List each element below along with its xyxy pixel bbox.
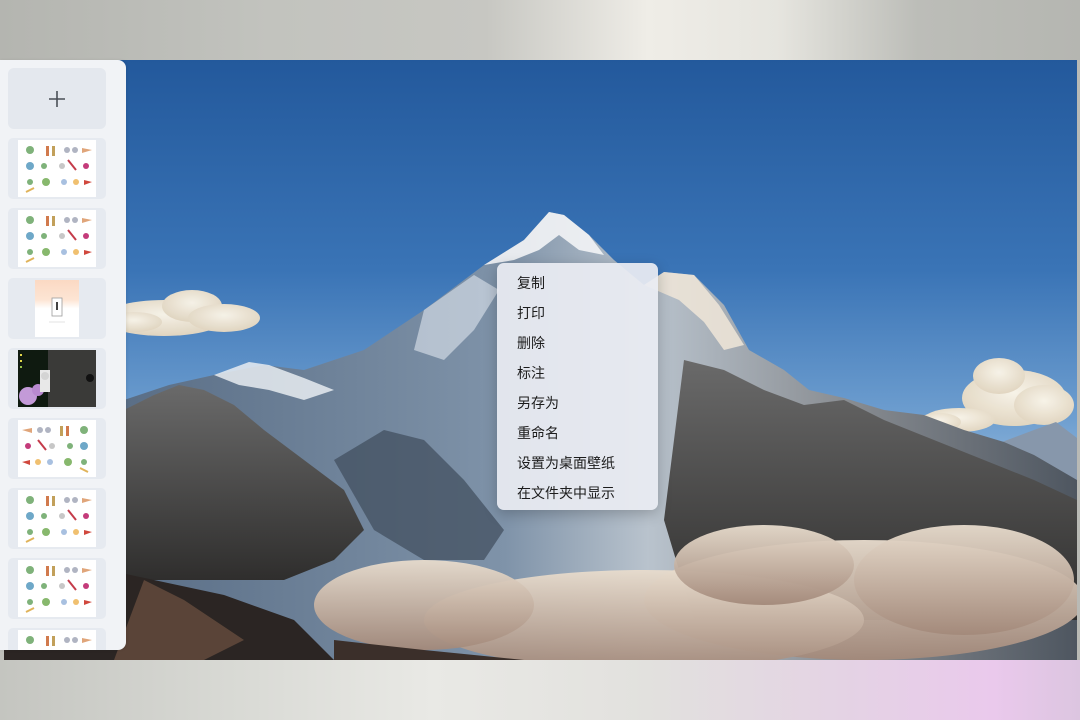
- sticker-art: [25, 146, 92, 193]
- sticker-sheet-thumbnail: [18, 140, 96, 197]
- sticker-sheet-thumbnail: [18, 630, 96, 650]
- thumbnail-item[interactable]: [8, 558, 106, 619]
- sticker-art: [26, 636, 92, 646]
- document-page-thumbnail: [35, 280, 79, 337]
- sticker-art: [25, 496, 92, 543]
- context-menu: 复制 打印 删除 标注 另存为 重命名 设置为桌面壁纸 在文件夹中显示: [497, 263, 658, 510]
- thumbnail-item[interactable]: [8, 628, 106, 650]
- screenshot-art: [18, 350, 96, 407]
- menu-item-copy[interactable]: 复制: [497, 269, 658, 299]
- thumbnail-item[interactable]: [8, 208, 106, 269]
- sticker-art: [25, 216, 92, 263]
- sticker-sheet-thumbnail: [18, 210, 96, 267]
- sticker-sheet-thumbnail: [18, 420, 96, 477]
- thumbnail-sidebar: [0, 60, 126, 650]
- document-art: [49, 297, 65, 323]
- thumbnail-item[interactable]: [8, 138, 106, 199]
- menu-item-save-as[interactable]: 另存为: [497, 389, 658, 419]
- sticker-art: [22, 426, 89, 473]
- thumbnail-item[interactable]: [8, 488, 106, 549]
- thumbnail-item[interactable]: [8, 278, 106, 339]
- plus-icon: [49, 90, 65, 107]
- thumbnail-item[interactable]: [8, 348, 106, 409]
- sticker-sheet-thumbnail: [18, 490, 96, 547]
- menu-item-print[interactable]: 打印: [497, 299, 658, 329]
- menu-item-annotate[interactable]: 标注: [497, 359, 658, 389]
- menu-item-delete[interactable]: 删除: [497, 329, 658, 359]
- sticker-art: [25, 566, 92, 613]
- menu-item-rename[interactable]: 重命名: [497, 419, 658, 449]
- menu-item-set-wallpaper[interactable]: 设置为桌面壁纸: [497, 449, 658, 479]
- sticker-sheet-thumbnail: [18, 560, 96, 617]
- blurred-background-top: [0, 0, 1080, 60]
- thumbnail-item[interactable]: [8, 418, 106, 479]
- add-image-button[interactable]: [8, 68, 106, 129]
- menu-item-show-in-folder[interactable]: 在文件夹中显示: [497, 479, 658, 509]
- dark-screenshot-thumbnail: [18, 350, 96, 407]
- blurred-background-bottom: [0, 660, 1080, 720]
